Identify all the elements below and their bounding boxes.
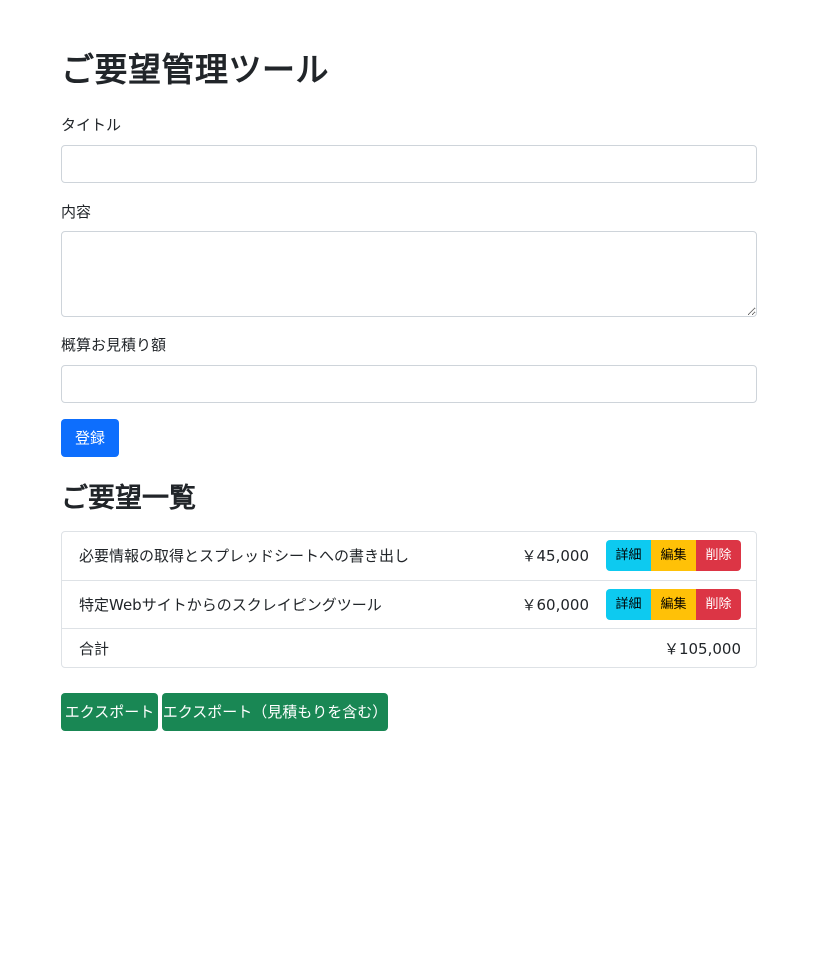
item-title: 必要情報の取得とスプレッドシートへの書き出し — [79, 547, 410, 565]
export-button[interactable]: エクスポート — [61, 693, 158, 731]
delete-button[interactable]: 削除 — [696, 589, 741, 620]
item-title: 特定Webサイトからのスクレイピングツール — [79, 596, 382, 614]
delete-button[interactable]: 削除 — [696, 540, 741, 571]
export-with-estimate-button[interactable]: エクスポート（見積もりを含む） — [162, 693, 388, 731]
item-actions: 詳細 編集 削除 — [606, 540, 741, 571]
detail-button[interactable]: 詳細 — [606, 540, 651, 571]
estimate-input[interactable] — [61, 365, 757, 403]
title-input[interactable] — [61, 145, 757, 183]
detail-button[interactable]: 詳細 — [606, 589, 651, 620]
total-price: ￥105,000 — [663, 640, 741, 658]
item-price: ￥45,000 — [521, 547, 590, 565]
total-label: 合計 — [79, 640, 110, 658]
item-price: ￥60,000 — [521, 596, 590, 614]
edit-button[interactable]: 編集 — [651, 589, 696, 620]
title-label: タイトル — [61, 116, 122, 134]
edit-button[interactable]: 編集 — [651, 540, 696, 571]
item-actions: 詳細 編集 削除 — [606, 589, 741, 620]
submit-button[interactable]: 登録 — [61, 419, 119, 457]
content-textarea[interactable] — [61, 231, 757, 317]
request-list: 必要情報の取得とスプレッドシートへの書き出し ￥45,000 詳細 編集 削除 … — [61, 531, 757, 668]
page-title: ご要望管理ツール — [61, 50, 329, 89]
list-item: 必要情報の取得とスプレッドシートへの書き出し ￥45,000 詳細 編集 削除 — [62, 532, 756, 580]
total-row: 合計 ￥105,000 — [62, 628, 756, 668]
list-item: 特定Webサイトからのスクレイピングツール ￥60,000 詳細 編集 削除 — [62, 580, 756, 628]
list-heading: ご要望一覧 — [61, 483, 196, 514]
estimate-label: 概算お見積り額 — [61, 336, 167, 354]
content-label: 内容 — [61, 203, 92, 221]
